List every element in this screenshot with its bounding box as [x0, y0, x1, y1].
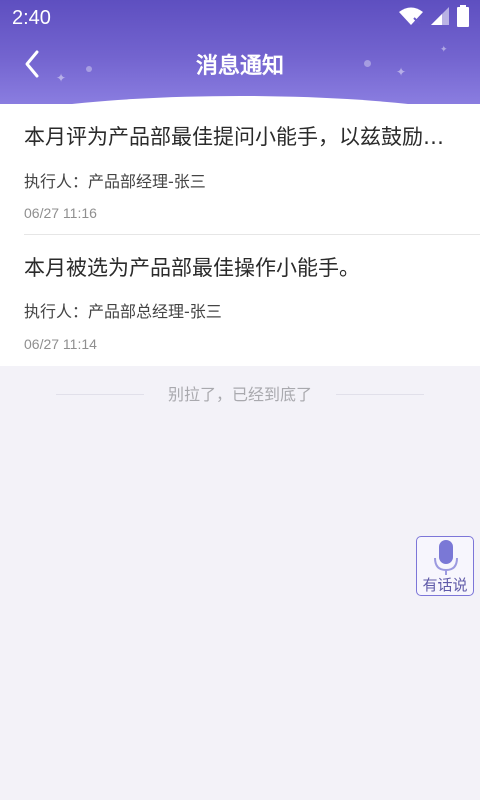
notification-item[interactable]: 本月被选为产品部最佳操作小能手。 执行人：产品部总经理-张三 06/27 11:… [0, 235, 480, 366]
microphone-icon [434, 540, 458, 580]
sparkle-icon: ✦ [440, 45, 448, 55]
divider [336, 394, 424, 395]
decorative-dot [364, 60, 371, 67]
wifi-icon [398, 6, 424, 30]
back-button[interactable] [14, 48, 50, 84]
end-of-list-indicator: 别拉了，已经到底了 [0, 380, 480, 410]
notification-executor: 执行人：产品部经理-张三 [24, 172, 206, 191]
page-title: 消息通知 [195, 54, 284, 79]
voice-button-label: 有话说 [422, 576, 468, 594]
header-curve [0, 96, 480, 104]
header: ✦ ✦ ✦ 2:40 消息通知 [0, 0, 480, 104]
decorative-dot [86, 66, 92, 72]
notification-item[interactable]: 本月评为产品部最佳提问小能手，以兹鼓励，再接再厉 执行人：产品部经理-张三 06… [0, 104, 480, 235]
notification-time: 06/27 11:14 [24, 336, 97, 352]
sparkle-icon: ✦ [396, 65, 407, 79]
end-of-list-text: 别拉了，已经到底了 [167, 385, 312, 404]
status-icons [398, 5, 470, 31]
notification-list: 本月评为产品部最佳提问小能手，以兹鼓励，再接再厉 执行人：产品部经理-张三 06… [0, 104, 480, 366]
notification-time: 06/27 11:16 [24, 205, 97, 221]
notification-screen: ✦ ✦ ✦ 2:40 消息通知 本月评为产品部最佳提问小能手，以兹鼓励， 执行人… [0, 0, 480, 800]
divider [56, 394, 144, 395]
battery-icon [456, 5, 470, 31]
notification-title: 本月被选为产品部最佳操作小能手。 [24, 256, 360, 280]
voice-feedback-button[interactable]: 有话说 [416, 536, 474, 596]
status-time: 2:40 [12, 7, 51, 29]
signal-icon [430, 6, 450, 30]
notification-executor: 执行人：产品部总经理-张三 [24, 302, 222, 321]
notification-title: 本月评为产品部最佳提问小能手，以兹鼓励，再接再厉 [24, 125, 456, 149]
chevron-left-icon [23, 49, 41, 83]
sparkle-icon: ✦ [56, 71, 67, 85]
